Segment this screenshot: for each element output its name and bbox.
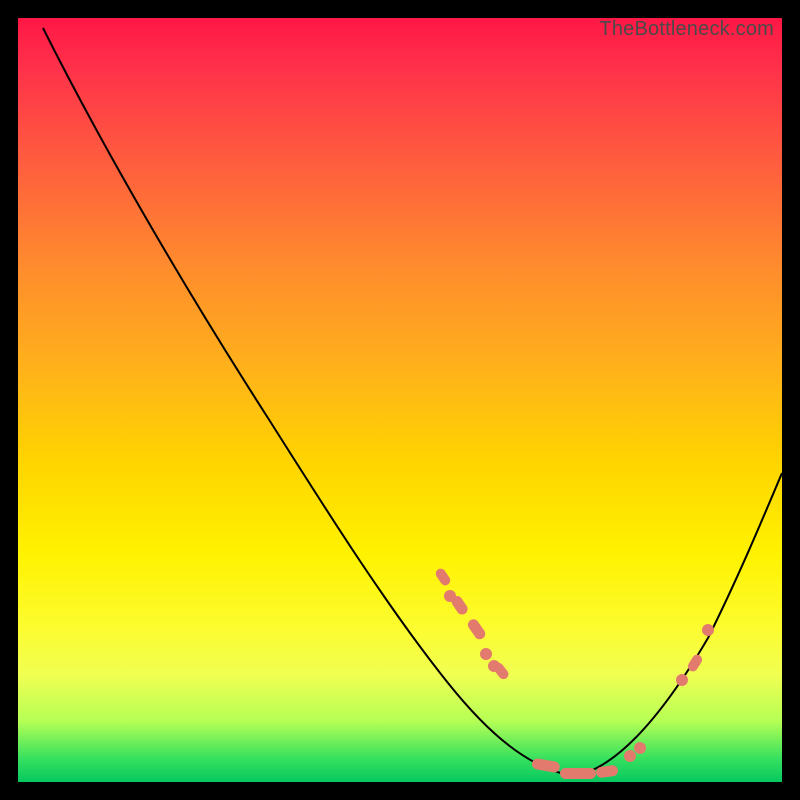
marker-cluster-left xyxy=(434,567,511,681)
marker-cluster-trough xyxy=(531,742,646,779)
chart-svg xyxy=(18,18,782,782)
chart-frame: TheBottleneck.com xyxy=(18,18,782,782)
bottleneck-curve xyxy=(43,28,782,776)
marker-cluster-right xyxy=(676,624,714,686)
